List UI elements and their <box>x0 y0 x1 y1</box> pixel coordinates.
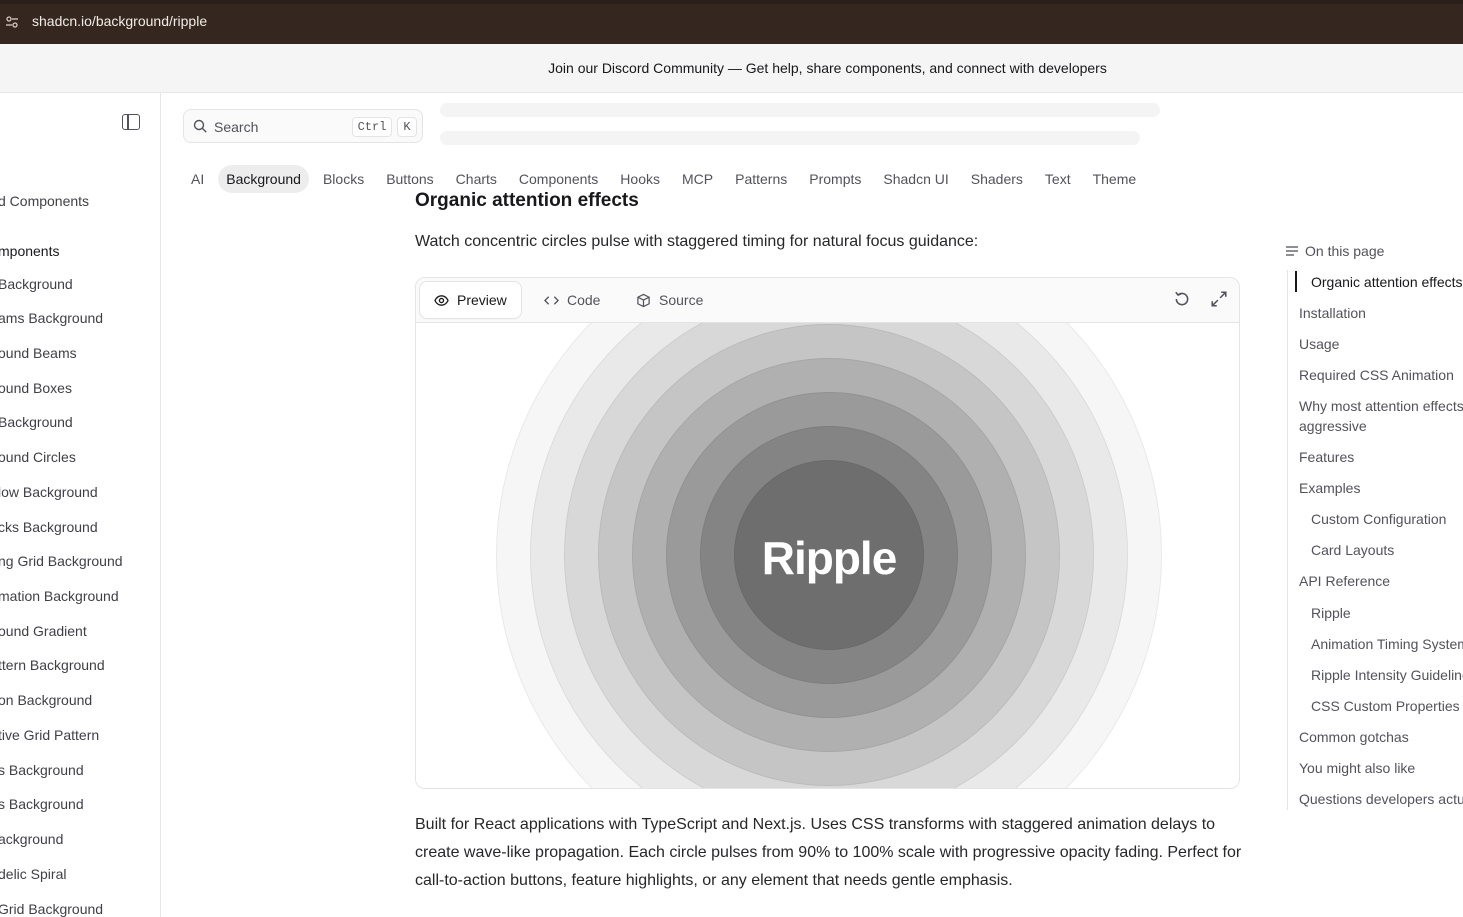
faded-header-text <box>440 131 1140 145</box>
category-tab[interactable]: Hooks <box>612 165 668 193</box>
category-tab[interactable]: MCP <box>674 165 721 193</box>
sidebar-item[interactable]: Background <box>0 276 73 292</box>
sidebar-item[interactable]: low Background <box>0 484 98 500</box>
shortcut-k: K <box>397 117 417 137</box>
sidebar-item[interactable]: ng Grid Background <box>0 553 123 569</box>
shortcut-ctrl: Ctrl <box>352 117 392 137</box>
toc-item[interactable]: Installation <box>1299 303 1366 323</box>
category-tab[interactable]: Shadcn UI <box>875 165 956 193</box>
category-tab[interactable]: AI <box>183 165 212 193</box>
category-tab[interactable]: Prompts <box>801 165 869 193</box>
toc-track <box>1287 270 1288 810</box>
toc-item[interactable]: Common gotchas <box>1299 727 1409 747</box>
list-icon <box>1286 246 1298 256</box>
toc-item[interactable]: aggressive <box>1299 416 1367 436</box>
url-text[interactable]: shadcn.io/background/ripple <box>32 13 207 29</box>
category-tab[interactable]: Buttons <box>378 165 441 193</box>
left-sidebar: d Components mponents Background ams Backg… <box>0 93 161 917</box>
category-tab[interactable]: Patterns <box>727 165 795 193</box>
toc-item[interactable]: Features <box>1299 447 1354 467</box>
sidebar-section-heading[interactable]: mponents <box>0 243 59 259</box>
category-tab[interactable]: Components <box>511 165 606 193</box>
sidebar-item[interactable]: delic Spiral <box>0 866 66 882</box>
sidebar-item[interactable]: ound Circles <box>0 449 76 465</box>
sidebar-item[interactable]: ackground <box>0 831 63 847</box>
toc-item[interactable]: Why most attention effects <box>1299 396 1463 416</box>
reload-icon[interactable] <box>1173 290 1191 308</box>
sidebar-item[interactable]: on Background <box>0 692 92 708</box>
toc-item[interactable]: Questions developers actu <box>1299 789 1463 809</box>
toc-title: On this page <box>1305 243 1385 259</box>
sidebar-item[interactable]: Background <box>0 414 73 430</box>
toc-item[interactable]: Ripple <box>1311 603 1351 623</box>
category-tab[interactable]: Shaders <box>963 165 1031 193</box>
tab-code[interactable]: Code <box>530 282 614 318</box>
sidebar-toggle-icon[interactable] <box>122 114 140 130</box>
category-nav: AI Background Blocks Buttons Charts Component… <box>183 163 1150 195</box>
search-icon <box>193 119 207 133</box>
eye-icon <box>434 294 449 306</box>
sidebar-item[interactable]: cks Background <box>0 519 98 535</box>
toc-header: On this page <box>1285 243 1384 259</box>
toc-item[interactable]: API Reference <box>1299 571 1390 591</box>
category-tab[interactable]: Charts <box>448 165 505 193</box>
toc-item[interactable]: You might also like <box>1299 758 1415 778</box>
sidebar-item[interactable]: d Components <box>0 193 89 209</box>
search-placeholder: Search <box>214 119 259 135</box>
search-input[interactable]: Search Ctrl K <box>183 109 423 143</box>
body-paragraph: Built for React applications with TypeSc… <box>415 816 1242 889</box>
section-lead: Watch concentric circles pulse with stag… <box>415 233 979 250</box>
expand-icon[interactable] <box>1210 290 1228 308</box>
category-tab[interactable]: Text <box>1037 165 1079 193</box>
sidebar-item[interactable]: s Background <box>0 762 84 778</box>
sidebar-item[interactable]: ound Gradient <box>0 623 87 639</box>
sidebar-item[interactable]: ams Background <box>0 310 103 326</box>
category-tab[interactable]: Theme <box>1085 165 1145 193</box>
browser-address-bar: shadcn.io/background/ripple <box>0 0 1463 44</box>
preview-card: Preview Code Source Ripple ⋮ <box>415 277 1240 789</box>
faded-header-text <box>440 103 1160 117</box>
toc-item[interactable]: Card Layouts <box>1311 540 1394 560</box>
ripple-preview-stage: Ripple ⋮ <box>416 323 1239 788</box>
tab-source-label: Source <box>659 292 704 308</box>
sidebar-item[interactable]: tive Grid Pattern <box>0 727 99 743</box>
resize-handle[interactable]: ⋮ <box>1235 593 1239 605</box>
tab-preview-label: Preview <box>457 292 507 308</box>
sidebar-item[interactable]: ttern Background <box>0 657 105 673</box>
sidebar-item[interactable]: mation Background <box>0 588 119 604</box>
package-icon <box>637 293 650 307</box>
section-title: Organic attention effects <box>415 190 639 211</box>
toc-item[interactable]: Organic attention effects <box>1311 272 1463 292</box>
toc-item[interactable]: Examples <box>1299 478 1360 498</box>
toc-item[interactable]: CSS Custom Properties <box>1311 696 1460 716</box>
toc-item[interactable]: Custom Configuration <box>1311 509 1446 529</box>
tab-source[interactable]: Source <box>622 282 717 318</box>
tab-preview[interactable]: Preview <box>420 282 521 318</box>
sidebar-item[interactable]: ound Boxes <box>0 380 72 396</box>
announcement-text[interactable]: Join our Discord Community — Get help, s… <box>548 60 1107 76</box>
toc-active-indicator <box>1295 271 1297 292</box>
code-icon <box>544 295 559 305</box>
sidebar-item[interactable]: ound Beams <box>0 345 77 361</box>
announcement-banner[interactable]: Join our Discord Community — Get help, s… <box>0 44 1463 93</box>
toc-item[interactable]: Animation Timing System <box>1311 634 1463 654</box>
category-tab[interactable]: Background <box>218 165 309 193</box>
preview-toolbar: Preview Code Source <box>416 278 1239 323</box>
toc-item[interactable]: Ripple Intensity Guidelines <box>1311 665 1463 685</box>
toc-item[interactable]: Usage <box>1299 334 1339 354</box>
category-tab[interactable]: Blocks <box>315 165 372 193</box>
sidebar-item[interactable]: s Background <box>0 796 84 812</box>
ripple-text: Ripple <box>761 532 898 584</box>
sidebar-item[interactable]: Grid Background <box>0 901 103 917</box>
toc-item[interactable]: Required CSS Animation <box>1299 365 1454 385</box>
site-settings-icon[interactable] <box>4 14 20 30</box>
tab-code-label: Code <box>567 292 601 308</box>
